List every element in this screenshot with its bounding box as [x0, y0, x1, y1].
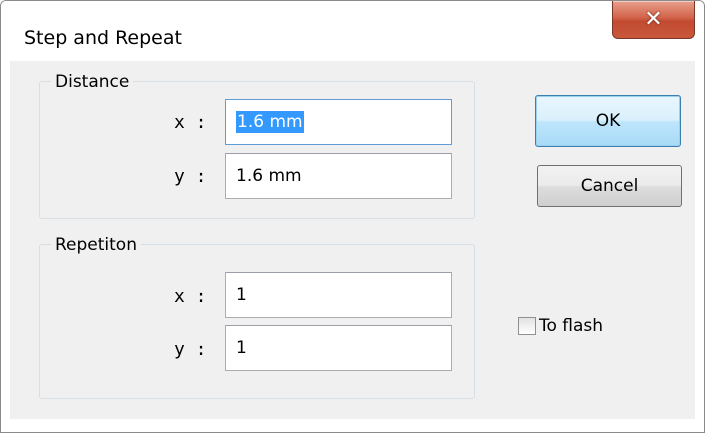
step-and-repeat-dialog: Step and Repeat ✕ Distance x : 1.6 mm y … [0, 0, 705, 433]
repetition-group-label: Repetiton [51, 235, 141, 255]
repetition-x-value: 1 [236, 285, 247, 305]
to-flash-label[interactable]: To flash [539, 316, 603, 336]
distance-y-label: y : [174, 166, 207, 187]
title-bar[interactable]: Step and Repeat ✕ [1, 1, 704, 61]
distance-x-value: 1.6 mm [236, 111, 304, 133]
distance-x-input[interactable]: 1.6 mm [225, 99, 452, 145]
close-button[interactable]: ✕ [612, 1, 695, 39]
repetition-x-label: x : [174, 286, 207, 307]
dialog-body: Distance x : 1.6 mm y : 1.6 mm Repetiton… [10, 61, 695, 419]
dialog-title: Step and Repeat [24, 27, 182, 49]
ok-button[interactable]: OK [535, 95, 681, 147]
repetition-y-input[interactable]: 1 [225, 325, 452, 371]
repetition-y-label: y : [174, 339, 207, 360]
distance-y-input[interactable]: 1.6 mm [225, 153, 452, 199]
window-bottom-frame [1, 419, 704, 432]
repetition-y-value: 1 [236, 338, 247, 358]
cancel-button[interactable]: Cancel [537, 165, 682, 207]
distance-x-label: x : [174, 112, 207, 133]
close-icon: ✕ [644, 6, 663, 32]
distance-y-value: 1.6 mm [236, 166, 302, 186]
repetition-group [39, 244, 475, 399]
to-flash-checkbox[interactable] [518, 317, 536, 335]
distance-group-label: Distance [51, 72, 134, 92]
repetition-x-input[interactable]: 1 [225, 272, 452, 318]
